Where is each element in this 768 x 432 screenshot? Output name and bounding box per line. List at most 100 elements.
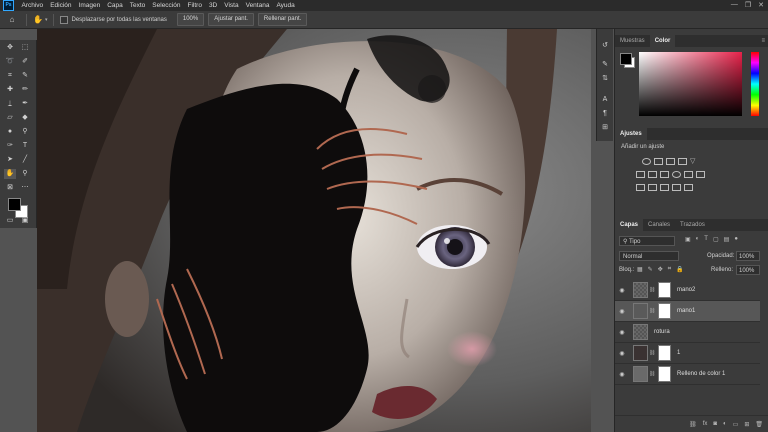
quick-mask-icon[interactable]: ▭ <box>4 216 16 226</box>
smart-object-filter-icon[interactable]: ▤ <box>724 236 730 243</box>
brightness-icon[interactable] <box>642 158 651 165</box>
tool-preset-dropdown-icon[interactable]: ▾ <box>45 17 48 23</box>
hand-tool-icon[interactable]: ✋ <box>4 169 16 179</box>
layer-style-icon[interactable]: fx <box>703 421 708 427</box>
layer-row[interactable]: ◉ ⛓ Relleno de color 1 <box>615 364 760 385</box>
lock-position-icon[interactable]: ✥ <box>658 266 663 273</box>
filter-kind-select[interactable]: ⚲ Tipo <box>619 236 675 246</box>
curves-icon[interactable] <box>666 158 675 165</box>
eraser-tool-icon[interactable]: ▱ <box>4 113 16 123</box>
character-icon[interactable]: A <box>599 95 611 105</box>
visibility-eye-icon[interactable]: ◉ <box>615 371 629 378</box>
color-foreground-swatch-front[interactable] <box>620 53 632 65</box>
menu-3d[interactable]: 3D <box>205 2 220 9</box>
document-canvas[interactable] <box>37 29 591 432</box>
line-tool-icon[interactable]: ╱ <box>19 155 31 165</box>
channel-mixer-icon[interactable] <box>684 171 693 178</box>
link-layers-icon[interactable]: ⛓ <box>689 421 697 428</box>
lock-artboard-icon[interactable]: ⌗ <box>668 266 671 273</box>
visibility-eye-icon[interactable]: ◉ <box>615 350 629 357</box>
restore-icon[interactable]: ❐ <box>745 1 751 9</box>
menu-seleccion[interactable]: Selección <box>149 2 184 9</box>
move-tool-icon[interactable]: ✥ <box>4 43 16 53</box>
home-icon[interactable]: ⌂ <box>4 15 20 24</box>
tab-adjustments[interactable]: Ajustes <box>615 128 647 140</box>
brush-settings-icon[interactable]: ✎ <box>599 60 611 70</box>
zoom-tool-icon[interactable]: ⚲ <box>19 169 31 179</box>
properties-icon[interactable]: ⇅ <box>599 74 611 84</box>
history-brush-tool-icon[interactable]: ✒ <box>19 99 31 109</box>
layer-row[interactable]: ◉ ⛓ 1 <box>615 343 760 364</box>
path-select-tool-icon[interactable]: ➤ <box>4 155 16 165</box>
color-lookup-icon[interactable] <box>696 171 705 178</box>
menu-imagen[interactable]: Imagen <box>75 2 104 9</box>
layer-mask-thumbnail[interactable] <box>658 303 671 319</box>
lasso-tool-icon[interactable]: ➰ <box>4 57 16 67</box>
layer-mask-thumbnail[interactable] <box>658 366 671 382</box>
menu-ayuda[interactable]: Ayuda <box>273 2 298 9</box>
menu-filtro[interactable]: Filtro <box>184 2 205 9</box>
layer-mask-thumbnail[interactable] <box>658 345 671 361</box>
tab-paths[interactable]: Trazados <box>675 219 710 231</box>
menu-ventana[interactable]: Ventana <box>242 2 273 9</box>
hand-tool-icon[interactable]: ✋ <box>33 15 43 24</box>
black-white-icon[interactable] <box>660 171 669 178</box>
menu-texto[interactable]: Texto <box>126 2 149 9</box>
visibility-eye-icon[interactable]: ◉ <box>615 329 629 336</box>
color-balance-icon[interactable] <box>648 171 657 178</box>
new-group-icon[interactable]: ▭ <box>733 421 739 428</box>
threshold-icon[interactable] <box>660 184 669 191</box>
levels-icon[interactable] <box>654 158 663 165</box>
marquee-tool-icon[interactable]: ⬚ <box>19 43 31 53</box>
photo-filter-icon[interactable] <box>672 171 681 178</box>
layer-row[interactable]: ◉ ⛓ mano2 <box>615 280 760 301</box>
blur-tool-icon[interactable]: ● <box>4 127 16 137</box>
filter-toggle-icon[interactable]: ● <box>734 236 738 243</box>
lock-transparency-icon[interactable]: ▦ <box>637 266 643 273</box>
edit-toolbar-icon[interactable]: ⊠ <box>4 183 16 193</box>
layer-row-selected[interactable]: ◉ ⛓ mano1 <box>615 301 760 322</box>
hue-slider[interactable] <box>751 52 759 116</box>
gradient-map-icon[interactable] <box>672 184 681 191</box>
panel-menu-icon[interactable]: ≡ <box>761 38 765 44</box>
tab-channels[interactable]: Canales <box>643 219 675 231</box>
history-icon[interactable]: ↺ <box>599 41 611 51</box>
exposure-icon[interactable] <box>678 158 687 165</box>
tab-swatches[interactable]: Muestras <box>615 35 650 47</box>
blend-mode-select[interactable]: Normal <box>619 251 679 261</box>
close-icon[interactable]: ✕ <box>758 1 764 9</box>
menu-vista[interactable]: Vista <box>221 2 242 9</box>
hue-saturation-icon[interactable] <box>636 171 645 178</box>
libraries-icon[interactable]: ⊞ <box>599 123 611 133</box>
invert-icon[interactable] <box>636 184 645 191</box>
visibility-eye-icon[interactable]: ◉ <box>615 287 629 294</box>
lock-all-icon[interactable]: 🔒 <box>676 266 683 273</box>
vibrance-icon[interactable]: ▽ <box>690 158 699 165</box>
clone-stamp-tool-icon[interactable]: ⍊ <box>4 99 16 109</box>
add-mask-icon[interactable]: ◙ <box>713 421 717 427</box>
paint-bucket-tool-icon[interactable]: ◆ <box>19 113 31 123</box>
selective-color-icon[interactable] <box>684 184 693 191</box>
zoom-100-button[interactable]: 100% <box>176 13 205 26</box>
type-filter-icon[interactable]: T <box>704 236 708 243</box>
color-field[interactable] <box>639 52 742 116</box>
lock-pixels-icon[interactable]: ✎ <box>648 266 653 273</box>
more-tools-icon[interactable]: ⋯ <box>19 183 31 193</box>
tab-layers[interactable]: Capas <box>615 219 644 231</box>
healing-brush-tool-icon[interactable]: ✚ <box>4 85 16 95</box>
menu-archivo[interactable]: Archivo <box>18 2 47 9</box>
new-layer-icon[interactable]: ⊞ <box>744 421 749 428</box>
dodge-tool-icon[interactable]: ⚲ <box>19 127 31 137</box>
layer-mask-thumbnail[interactable] <box>658 282 671 298</box>
screen-mode-icon[interactable]: ▣ <box>19 216 31 226</box>
fit-screen-button[interactable]: Ajustar pant. <box>208 13 254 26</box>
fill-screen-button[interactable]: Rellenar pant. <box>257 13 308 26</box>
quick-select-tool-icon[interactable]: ✐ <box>19 57 31 67</box>
tab-color[interactable]: Color <box>649 35 676 47</box>
type-tool-icon[interactable]: T <box>19 141 31 151</box>
brush-tool-icon[interactable]: ✏ <box>19 85 31 95</box>
adjustment-filter-icon[interactable]: ◐ <box>696 236 700 243</box>
crop-tool-icon[interactable]: ⌗ <box>4 71 16 81</box>
shape-filter-icon[interactable]: ▢ <box>713 236 719 243</box>
menu-capa[interactable]: Capa <box>104 2 127 9</box>
